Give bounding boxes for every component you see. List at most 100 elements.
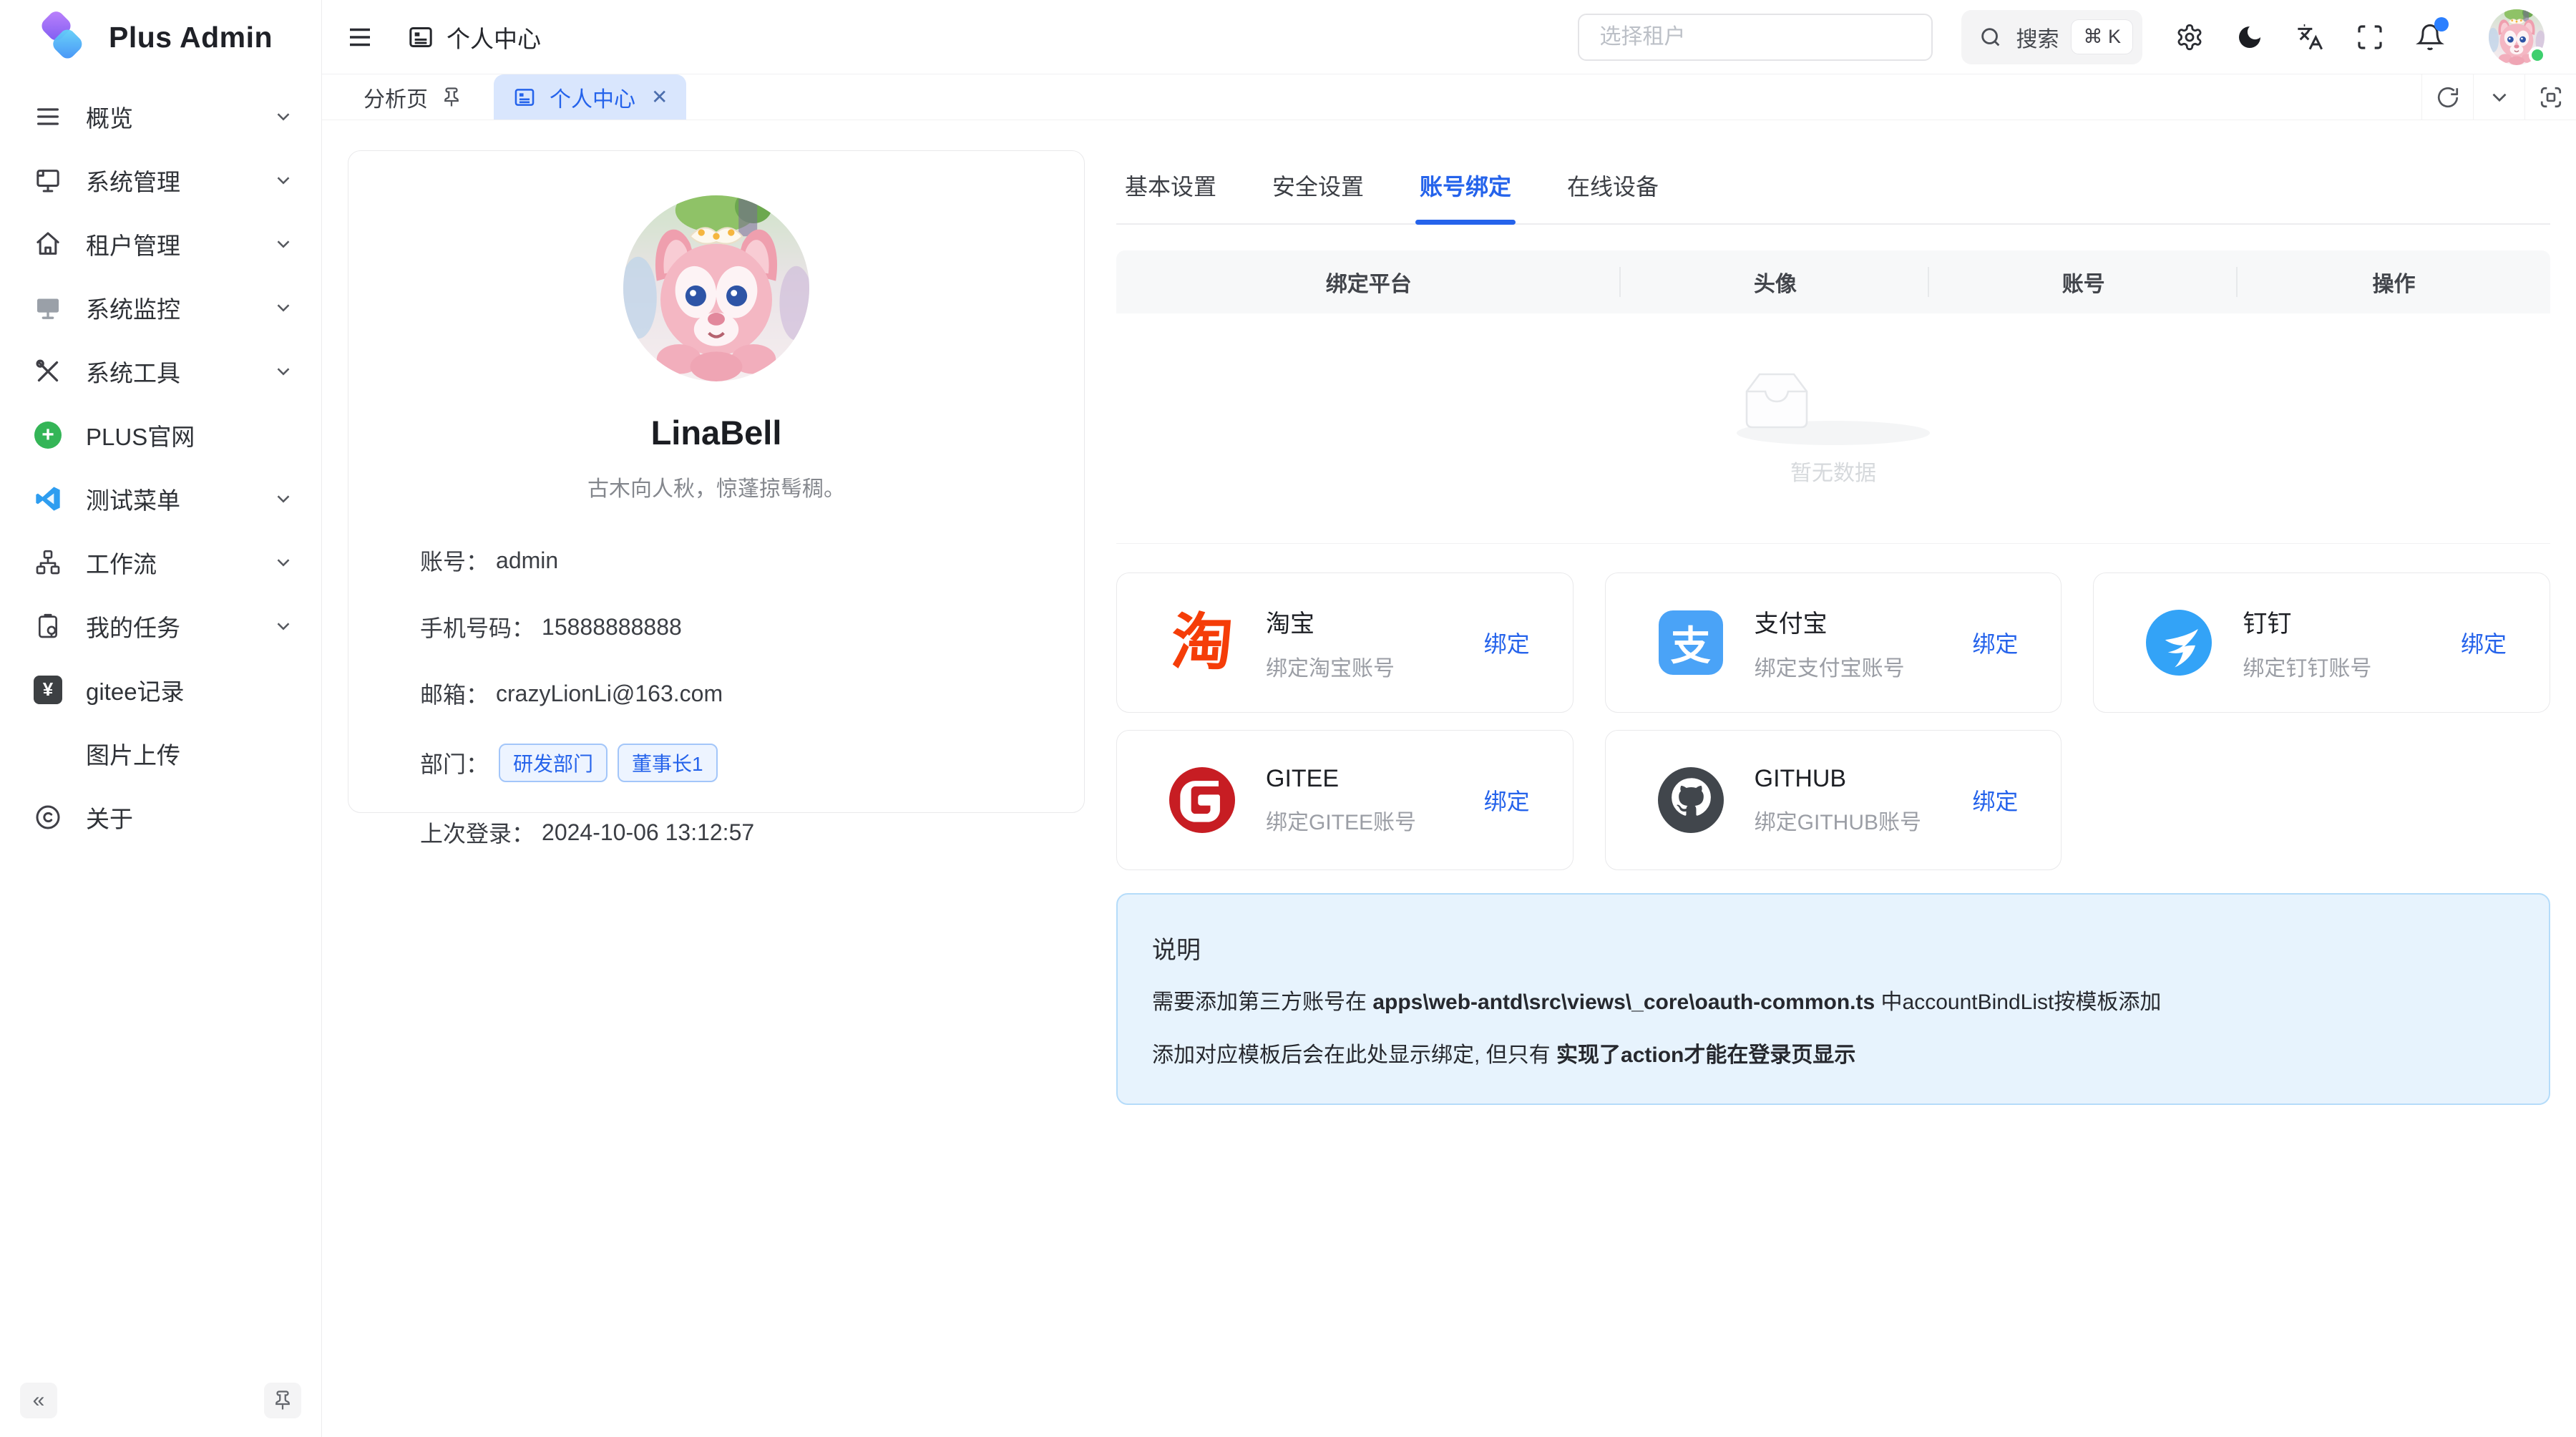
- bindings-table-empty-state: 暂无数据: [1116, 313, 2550, 544]
- table-column-header: 头像: [1621, 266, 1929, 298]
- sidebar-item-系统管理[interactable]: 系统管理: [0, 148, 321, 212]
- tab-profile-center[interactable]: 个人中心 ✕: [494, 74, 686, 120]
- profile-field-row: 邮箱： crazyLionLi@163.com: [420, 677, 1013, 710]
- binding-platform-icon: [1169, 766, 1236, 834]
- menu-item-label: 租户管理: [86, 227, 250, 261]
- menu-item-icon: [33, 484, 63, 514]
- sidebar-item-概览[interactable]: 概览: [0, 84, 321, 148]
- profile-field-value: crazyLionLi@163.com: [496, 681, 723, 707]
- menu-item-icon: [33, 802, 63, 832]
- menu-item-label: 我的任务: [86, 609, 250, 643]
- binding-platform-name: 钉钉: [2243, 604, 2371, 639]
- sidebar-menu: 概览 系统管理 租户管理 系统监控 系统工具 + PLUS官网 测试菜单 工作流…: [0, 74, 321, 849]
- profile-page-icon: [406, 23, 435, 52]
- panel-tab-基本设置[interactable]: 基本设置: [1116, 157, 1225, 223]
- bind-link[interactable]: 绑定: [2461, 626, 2507, 659]
- binding-platform-desc: 绑定GITHUB账号: [1755, 804, 1921, 836]
- yen-icon: ¥: [34, 676, 62, 704]
- note-line: 添加对应模板后会在此处显示绑定, 但只有 实现了action才能在登录页显示: [1152, 1040, 2514, 1071]
- sidebar-item-图片上传[interactable]: 图片上传: [0, 721, 321, 785]
- main-column: 个人中心 搜索 ⌘ K: [322, 0, 2576, 1437]
- profile-page-icon: [512, 85, 537, 109]
- binding-platform-name: GITEE: [1266, 765, 1416, 793]
- topbar: 个人中心 搜索 ⌘ K: [322, 0, 2576, 74]
- sidebar-pin-button[interactable]: [264, 1383, 301, 1418]
- chevron-down-icon: [273, 297, 294, 318]
- table-column-header: 操作: [2238, 266, 2550, 298]
- hamburger-icon: [345, 22, 375, 52]
- profile-field-label: 邮箱：: [420, 677, 489, 710]
- menu-item-icon: [33, 102, 63, 132]
- notification-dot: [2434, 17, 2449, 31]
- chevron-down-icon: [273, 361, 294, 382]
- profile-motto: 古木向人秋，惊蓬掠髩稠。: [348, 471, 1084, 502]
- sidebar-item-关于[interactable]: 关于: [0, 785, 321, 849]
- tab-analysis-label: 分析页: [364, 82, 428, 113]
- language-button[interactable]: [2296, 23, 2324, 52]
- search-label: 搜索: [2016, 21, 2059, 53]
- tab-close-icon[interactable]: ✕: [651, 87, 668, 107]
- tenant-select-input[interactable]: [1578, 14, 1933, 61]
- bindings-grid: 淘 淘宝 绑定淘宝账号 绑定 支 支付宝 绑定支付宝账号 绑定 钉钉 绑定钉钉账…: [1116, 573, 2550, 870]
- breadcrumb: 个人中心: [406, 20, 541, 54]
- fullscreen-button[interactable]: [2356, 23, 2384, 52]
- brand-logo[interactable]: Plus Admin: [0, 0, 321, 74]
- sidebar-item-工作流[interactable]: 工作流: [0, 530, 321, 594]
- binding-platform-desc: 绑定钉钉账号: [2243, 651, 2371, 682]
- binding-platform-icon: [2145, 609, 2212, 676]
- bind-link[interactable]: 绑定: [1484, 784, 1530, 817]
- notifications-button[interactable]: [2416, 23, 2444, 52]
- sidebar-footer: «: [0, 1364, 321, 1437]
- sidebar-toggle-button[interactable]: [345, 22, 375, 52]
- panel-tab-账号绑定[interactable]: 账号绑定: [1411, 157, 1520, 223]
- sidebar-collapse-button[interactable]: «: [20, 1383, 57, 1418]
- global-search-button[interactable]: 搜索 ⌘ K: [1961, 10, 2142, 64]
- plus-circle-icon: +: [34, 422, 62, 449]
- menu-item-icon: ¥: [33, 675, 63, 705]
- menu-item-label: 系统监控: [86, 291, 250, 325]
- pin-icon: [441, 87, 462, 108]
- panel-tab-安全设置[interactable]: 安全设置: [1264, 157, 1372, 223]
- sidebar-item-我的任务[interactable]: 我的任务: [0, 594, 321, 658]
- user-avatar-button[interactable]: [2469, 9, 2545, 65]
- sidebar-item-PLUS官网[interactable]: + PLUS官网: [0, 403, 321, 467]
- department-tag: 董事长1: [618, 744, 718, 782]
- menu-item-label: gitee记录: [86, 673, 294, 707]
- sidebar-item-gitee记录[interactable]: ¥ gitee记录: [0, 658, 321, 721]
- content: LinaBell 古木向人秋，惊蓬掠髩稠。 账号： admin 手机号码： 15…: [322, 120, 2576, 1437]
- content-maximize-button[interactable]: [2524, 74, 2576, 120]
- chevron-down-icon: [273, 552, 294, 573]
- profile-field-row: 手机号码： 15888888888: [420, 610, 1013, 643]
- chevron-down-icon: [273, 615, 294, 637]
- refresh-button[interactable]: [2421, 74, 2473, 120]
- theme-toggle-button[interactable]: [2235, 23, 2264, 52]
- menu-item-icon: +: [33, 420, 63, 450]
- bind-link[interactable]: 绑定: [1972, 784, 2018, 817]
- maximize-icon: [2539, 85, 2563, 109]
- bind-link[interactable]: 绑定: [1484, 626, 1530, 659]
- tab-analysis[interactable]: 分析页: [322, 74, 484, 120]
- bind-link[interactable]: 绑定: [1972, 626, 2018, 659]
- sidebar-item-系统工具[interactable]: 系统工具: [0, 339, 321, 403]
- binding-platform-desc: 绑定淘宝账号: [1266, 651, 1395, 682]
- table-column-header: 账号: [1929, 266, 2238, 298]
- profile-fields: 账号： admin 手机号码： 15888888888 邮箱： crazyLio…: [348, 544, 1084, 849]
- menu-item-icon: [33, 293, 63, 323]
- chevron-down-icon: [273, 233, 294, 255]
- sidebar-item-系统监控[interactable]: 系统监控: [0, 276, 321, 339]
- panel-tab-在线设备[interactable]: 在线设备: [1558, 157, 1667, 223]
- brand-logo-icon: [36, 10, 90, 64]
- profile-field-row: 部门： 研发部门董事长1: [420, 744, 1013, 782]
- sidebar-item-测试菜单[interactable]: 测试菜单: [0, 467, 321, 530]
- settings-button[interactable]: [2175, 23, 2204, 52]
- menu-item-label: 系统工具: [86, 354, 250, 389]
- tab-menu-button[interactable]: [2473, 74, 2524, 120]
- binding-platform-name: GITHUB: [1755, 765, 1921, 793]
- app-root: Plus Admin 概览 系统管理 租户管理 系统监控 系统工具 + PLUS…: [0, 0, 2576, 1437]
- note-line: 需要添加第三方账号在 apps\web-antd\src\views\_core…: [1152, 987, 2514, 1018]
- profile-field-value: 2024-10-06 13:12:57: [542, 819, 754, 846]
- tab-profile-label: 个人中心: [550, 82, 635, 113]
- menu-item-icon: [33, 547, 63, 578]
- department-tag: 研发部门: [499, 744, 608, 782]
- sidebar-item-租户管理[interactable]: 租户管理: [0, 212, 321, 276]
